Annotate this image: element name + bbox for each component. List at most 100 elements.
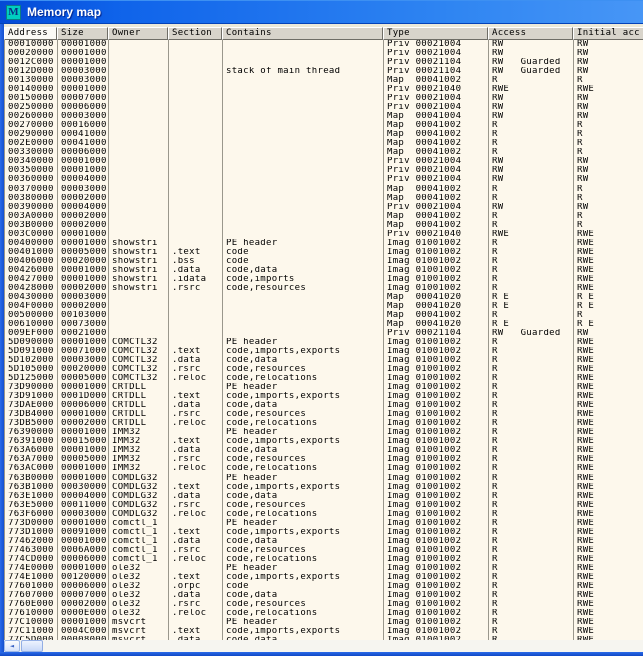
cell-size: 00006000 bbox=[58, 148, 109, 157]
cell-contains: code,imports,exports bbox=[223, 627, 384, 636]
cell-address: 77C10000 bbox=[5, 618, 58, 627]
table-row[interactable]: 7746200000001000comctl_1.datacode,dataIm… bbox=[5, 537, 643, 546]
table-row[interactable]: 77C1000000001000msvcrtPE headerImag 0100… bbox=[5, 618, 643, 627]
table-row[interactable]: 002E000000041000Map 00041002RR bbox=[5, 139, 643, 148]
cell-address: 00270000 bbox=[5, 121, 58, 130]
scrollbar-thumb[interactable] bbox=[21, 640, 43, 652]
table-row[interactable]: 776100000000E000ole32.reloccode,relocati… bbox=[5, 609, 643, 618]
table-row[interactable]: 7760100000006000ole32.orpccodeImag 01001… bbox=[5, 582, 643, 591]
table-row[interactable]: 0034000000001000Priv 00021004RWRW bbox=[5, 157, 643, 166]
cell-owner: IMM32 bbox=[109, 446, 169, 455]
table-row[interactable]: 0029000000041000Map 00041002RR bbox=[5, 130, 643, 139]
table-row[interactable]: 004F000000002000Map 00041020R ER E bbox=[5, 302, 643, 311]
table-row[interactable]: 774E000000001000ole32PE headerImag 01001… bbox=[5, 564, 643, 573]
table-row[interactable]: 7639100000015000IMM32.textcode,imports,e… bbox=[5, 437, 643, 446]
table-row[interactable]: 763A600000001000IMM32.datacode,dataImag … bbox=[5, 446, 643, 455]
table-row[interactable]: 0002000000001000Priv 00021004RWRW bbox=[5, 49, 643, 58]
table-row[interactable]: 774630000006A000comctl_1.rsrccode,resour… bbox=[5, 546, 643, 555]
table-row[interactable]: 0013000000003000Map 00041002RR bbox=[5, 76, 643, 85]
table-row[interactable]: 0038000000002000Map 00041002RR bbox=[5, 194, 643, 203]
scroll-left-button[interactable]: ◄ bbox=[4, 640, 20, 652]
table-row[interactable]: 77C110000004C000msvcrt.textcode,imports,… bbox=[5, 627, 643, 636]
table-row[interactable]: 7760700000007000ole32.datacode,dataImag … bbox=[5, 591, 643, 600]
table-row[interactable]: 73DB400000001000CRTDLL.rsrccode,resource… bbox=[5, 410, 643, 419]
table-row[interactable]: 0027000000016000Map 00041002RR bbox=[5, 121, 643, 130]
table-row[interactable]: 003C000000001000Priv 00021040RWERWE bbox=[5, 230, 643, 239]
column-header-contains[interactable]: Contains bbox=[222, 27, 383, 40]
table-row[interactable]: 774CD00000006000comctl_1.reloccode,reloc… bbox=[5, 555, 643, 564]
table-row[interactable]: 7760E00000002000ole32.rsrccode,resources… bbox=[5, 600, 643, 609]
table-row[interactable]: 0042600000001000showstri.datacode,dataIm… bbox=[5, 266, 643, 275]
table-row[interactable]: 773D100000091000comctl_1.textcode,import… bbox=[5, 528, 643, 537]
cell-section bbox=[169, 221, 223, 230]
column-header-size[interactable]: Size bbox=[57, 27, 108, 40]
table-row[interactable]: 0014000000001000Priv 00021040RWERWE bbox=[5, 85, 643, 94]
table-row[interactable]: 5D12500000005000COMCTL32.reloccode,reloc… bbox=[5, 374, 643, 383]
table-row[interactable]: 0039000000004000Priv 00021004RWRW bbox=[5, 203, 643, 212]
table-row[interactable]: 0040100000005000showstri.textcodeImag 01… bbox=[5, 248, 643, 257]
table-row[interactable]: 003B000000002000Map 00041002RR bbox=[5, 221, 643, 230]
table-row[interactable]: 5D09000000001000COMCTL32PE headerImag 01… bbox=[5, 338, 643, 347]
table-row[interactable]: 763AC00000001000IMM32.reloccode,relocati… bbox=[5, 464, 643, 473]
table-row[interactable]: 0026000000003000Map 00041004RWRW bbox=[5, 112, 643, 121]
table-row[interactable]: 0040600000020000showstri.bsscodeImag 010… bbox=[5, 257, 643, 266]
table-row[interactable]: 0061000000073000Map 00041020R ER E bbox=[5, 320, 643, 329]
table-row[interactable]: 5D09100000071000COMCTL32.textcode,import… bbox=[5, 347, 643, 356]
cell-type: Priv 00021104 bbox=[384, 58, 489, 67]
column-header-access[interactable]: Access bbox=[488, 27, 573, 40]
table-row[interactable]: 009EF00000021000Priv 00021104RW GuardedR… bbox=[5, 329, 643, 338]
cell-initial-access: R bbox=[574, 212, 643, 221]
horizontal-scrollbar[interactable]: ◄ bbox=[4, 640, 643, 652]
table-row[interactable]: 763E100000004000COMDLG32.datacode,dataIm… bbox=[5, 492, 643, 501]
table-row[interactable]: 0012D00000003000stack of main threadPriv… bbox=[5, 67, 643, 76]
cell-access: R bbox=[489, 573, 574, 582]
table-row[interactable]: 003A000000002000Map 00041002RR bbox=[5, 212, 643, 221]
cell-contains bbox=[223, 311, 384, 320]
cell-access: R E bbox=[489, 293, 574, 302]
cell-owner: ole32 bbox=[109, 591, 169, 600]
table-row[interactable]: 0043000000003000Map 00041020R ER E bbox=[5, 293, 643, 302]
cell-size: 00001000 bbox=[58, 40, 109, 49]
table-row[interactable]: 0042700000001000showstri.idatacode,impor… bbox=[5, 275, 643, 284]
table-row[interactable]: 0042800000002000showstri.rsrccode,resour… bbox=[5, 284, 643, 293]
cell-address: 773D1000 bbox=[5, 528, 58, 537]
window-titlebar[interactable]: M Memory map bbox=[0, 0, 643, 24]
column-header-type[interactable]: Type bbox=[383, 27, 488, 40]
table-row[interactable]: 0037000000003000Map 00041002RR bbox=[5, 185, 643, 194]
table-row[interactable]: 73D910000001D000CRTDLL.textcode,imports,… bbox=[5, 392, 643, 401]
table-row[interactable]: 73D9000000001000CRTDLLPE headerImag 0100… bbox=[5, 383, 643, 392]
table-row[interactable]: 763E500000011000COMDLG32.rsrccode,resour… bbox=[5, 501, 643, 510]
table-row[interactable]: 0012C00000001000Priv 00021104RW GuardedR… bbox=[5, 58, 643, 67]
column-header-initial-access[interactable]: Initial acc bbox=[573, 27, 643, 40]
cell-owner: COMCTL32 bbox=[109, 347, 169, 356]
table-row[interactable]: 763A700000005000IMM32.rsrccode,resources… bbox=[5, 455, 643, 464]
cell-initial-access: RWE bbox=[574, 600, 643, 609]
table-row[interactable]: 5D10500000020000COMCTL32.rsrccode,resour… bbox=[5, 365, 643, 374]
table-row[interactable]: 763F600000003000COMDLG32.reloccode,reloc… bbox=[5, 510, 643, 519]
table-row[interactable]: 0035000000001000Priv 00021004RWRW bbox=[5, 166, 643, 175]
table-row[interactable]: 0015000000007000Priv 00021004RWRW bbox=[5, 94, 643, 103]
cell-section bbox=[169, 166, 223, 175]
cell-section bbox=[169, 212, 223, 221]
table-row[interactable]: 763B000000001000COMDLG32PE headerImag 01… bbox=[5, 474, 643, 483]
table-row[interactable]: 0040000000001000showstriPE headerImag 01… bbox=[5, 239, 643, 248]
cell-contains: PE header bbox=[223, 239, 384, 248]
table-row[interactable]: 73DB500000002000CRTDLL.reloccode,relocat… bbox=[5, 419, 643, 428]
column-header-section[interactable]: Section bbox=[168, 27, 222, 40]
table-row[interactable]: 0033000000006000Map 00041002RR bbox=[5, 148, 643, 157]
table-row[interactable]: 0025000000006000Priv 00021004RWRW bbox=[5, 103, 643, 112]
table-row[interactable]: 0001000000001000Priv 00021004RWRW bbox=[5, 40, 643, 49]
table-row[interactable]: 763B100000030000COMDLG32.textcode,import… bbox=[5, 483, 643, 492]
table-row[interactable]: 5D10200000003000COMCTL32.datacode,dataIm… bbox=[5, 356, 643, 365]
table-row[interactable]: 7639000000001000IMM32PE headerImag 01001… bbox=[5, 428, 643, 437]
table-row[interactable]: 73DAE00000006000CRTDLL.datacode,dataImag… bbox=[5, 401, 643, 410]
table-row[interactable]: 774E100000120000ole32.textcode,imports,e… bbox=[5, 573, 643, 582]
table-row[interactable]: 0036000000004000Priv 00021004RWRW bbox=[5, 175, 643, 184]
table-row[interactable]: 773D000000001000comctl_1PE headerImag 01… bbox=[5, 519, 643, 528]
cell-section bbox=[169, 157, 223, 166]
cell-section bbox=[169, 519, 223, 528]
column-header-owner[interactable]: Owner bbox=[108, 27, 168, 40]
memory-map-icon[interactable]: M bbox=[6, 5, 21, 20]
table-row[interactable]: 0050000000103000Map 00041002RR bbox=[5, 311, 643, 320]
column-header-address[interactable]: Address bbox=[4, 27, 57, 40]
